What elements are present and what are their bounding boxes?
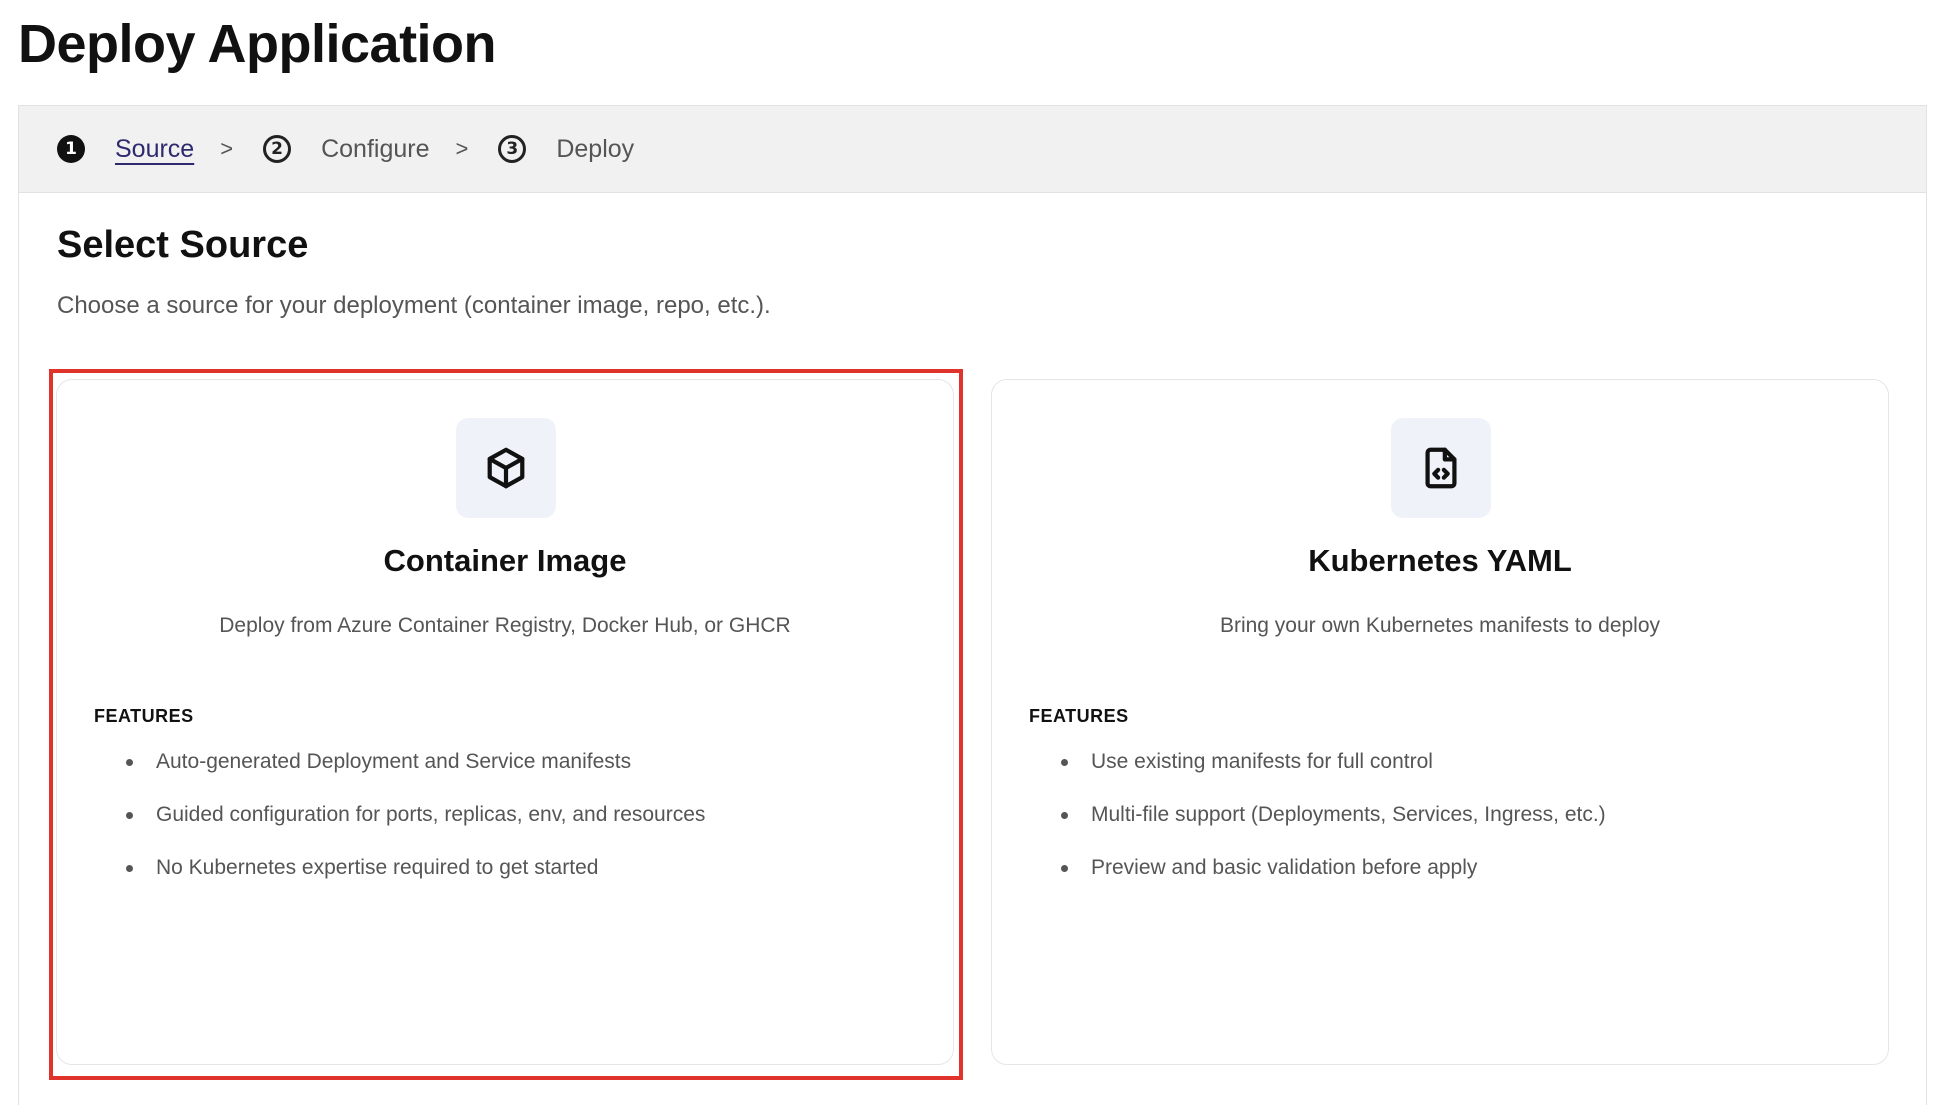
feature-item: No Kubernetes expertise required to get … — [94, 854, 705, 907]
step-3-number: 3 — [498, 135, 527, 163]
step-configure-label: Configure — [321, 134, 430, 163]
step-2-number: 2 — [263, 135, 292, 163]
step-1-number: 1 — [57, 135, 85, 163]
card-title: Kubernetes YAML — [1308, 543, 1572, 578]
step-source-label[interactable]: Source — [115, 135, 194, 164]
feature-item: Multi-file support (Deployments, Service… — [1029, 801, 1606, 854]
feature-item: Guided configuration for ports, replicas… — [94, 801, 705, 854]
deploy-wizard-panel: 1 Source > 2 Configure > 3 Deploy Select… — [18, 105, 1927, 1105]
page-title: Deploy Application — [18, 14, 497, 74]
step-configure[interactable]: 2 Configure — [263, 135, 429, 164]
section-title: Select Source — [57, 224, 309, 266]
feature-item: Use existing manifests for full control — [1029, 748, 1606, 801]
step-source[interactable]: 1 Source — [57, 135, 194, 164]
cube-icon — [456, 418, 556, 518]
stepper: 1 Source > 2 Configure > 3 Deploy — [19, 106, 1926, 193]
step-separator: > — [455, 136, 469, 161]
feature-item: Preview and basic validation before appl… — [1029, 854, 1606, 907]
feature-list: Use existing manifests for full control … — [1029, 748, 1606, 907]
feature-list: Auto-generated Deployment and Service ma… — [94, 748, 705, 907]
feature-item: Auto-generated Deployment and Service ma… — [94, 748, 705, 801]
step-separator: > — [220, 136, 234, 161]
step-deploy-label: Deploy — [556, 134, 635, 163]
features-heading: FEATURES — [1029, 706, 1129, 726]
features-heading: FEATURES — [94, 706, 194, 726]
code-file-icon — [1391, 418, 1491, 518]
card-title: Container Image — [383, 543, 627, 578]
source-card-kubernetes-yaml[interactable]: Kubernetes YAML Bring your own Kubernete… — [991, 379, 1889, 1065]
step-deploy[interactable]: 3 Deploy — [498, 135, 634, 164]
card-description: Bring your own Kubernetes manifests to d… — [1219, 614, 1661, 637]
card-description: Deploy from Azure Container Registry, Do… — [219, 614, 791, 637]
source-card-container-image[interactable]: Container Image Deploy from Azure Contai… — [56, 379, 954, 1065]
section-description: Choose a source for your deployment (con… — [57, 292, 771, 319]
